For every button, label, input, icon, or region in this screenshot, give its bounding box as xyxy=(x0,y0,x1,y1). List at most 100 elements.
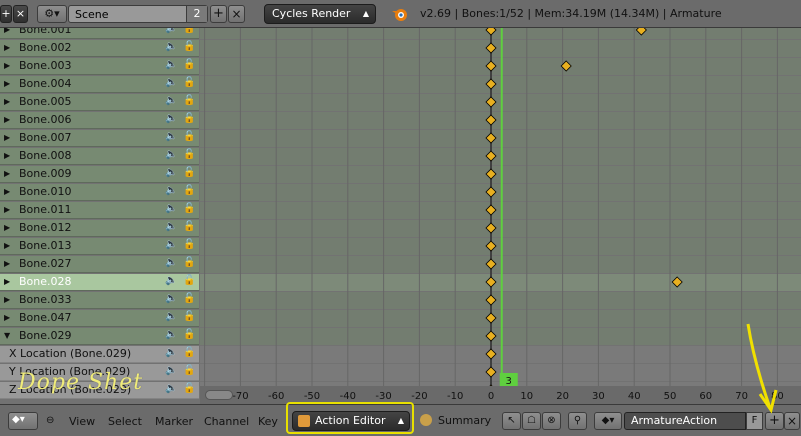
lock-icon[interactable]: 🔓 xyxy=(183,203,195,214)
only-selected-button[interactable]: ↖ xyxy=(502,412,521,430)
channel-fcurve-row[interactable]: Z Location (Bone.029) 🔈 🔓 xyxy=(0,382,199,399)
channel-group-row[interactable]: ▶ Bone.002 🔈 🔓 xyxy=(0,40,199,57)
expand-triangle-icon[interactable]: ▶ xyxy=(4,151,10,160)
expand-triangle-icon[interactable]: ▶ xyxy=(4,97,10,106)
summary-toggle[interactable]: Summary xyxy=(418,411,494,431)
show-hidden-button[interactable]: ☖ xyxy=(522,412,541,430)
new-action-button[interactable]: + xyxy=(765,412,784,430)
lock-icon[interactable]: 🔓 xyxy=(183,365,195,376)
lock-icon[interactable]: 🔓 xyxy=(183,41,195,52)
expand-triangle-icon[interactable]: ▶ xyxy=(4,187,10,196)
channel-group-row[interactable]: ▶ Bone.013 🔈 🔓 xyxy=(0,238,199,255)
expand-triangle-icon[interactable]: ▶ xyxy=(4,205,10,214)
expand-triangle-icon[interactable]: ▶ xyxy=(4,259,10,268)
lock-icon[interactable]: 🔓 xyxy=(183,185,195,196)
channel-group-row[interactable]: ▶ Bone.028 🔈 🔓 xyxy=(0,274,199,291)
delete-scene-button[interactable]: × xyxy=(228,5,245,23)
channel-group-row[interactable]: ▶ Bone.005 🔈 🔓 xyxy=(0,94,199,111)
expand-triangle-icon[interactable]: ▶ xyxy=(4,79,10,88)
expand-triangle-icon[interactable]: ▶ xyxy=(4,295,10,304)
lock-icon[interactable]: 🔓 xyxy=(183,149,195,160)
mute-speaker-icon[interactable]: 🔈 xyxy=(165,293,177,304)
mute-speaker-icon[interactable]: 🔈 xyxy=(165,311,177,322)
channel-fcurve-row[interactable]: X Location (Bone.029) 🔈 🔓 xyxy=(0,346,199,363)
channel-list[interactable]: ▶ Bone.001 🔈 🔓 ▶ Bone.002 🔈 🔓 ▶ Bone.003 🔈 🔓 ▶ Bone.0… xyxy=(0,28,200,404)
mute-speaker-icon[interactable]: 🔈 xyxy=(165,347,177,358)
expand-triangle-icon[interactable]: ▶ xyxy=(4,61,10,70)
mute-speaker-icon[interactable]: 🔈 xyxy=(165,185,177,196)
mute-speaker-icon[interactable]: 🔈 xyxy=(165,203,177,214)
mute-speaker-icon[interactable]: 🔈 xyxy=(165,77,177,88)
only-errors-button[interactable]: ⊗ xyxy=(542,412,561,430)
menu-marker[interactable]: Marker xyxy=(155,415,193,428)
channel-fcurve-row[interactable]: Y Location (Bone.029) 🔈 🔓 xyxy=(0,364,199,381)
channel-group-row[interactable]: ▶ Bone.006 🔈 🔓 xyxy=(0,112,199,129)
expand-triangle-icon[interactable]: ▶ xyxy=(4,169,10,178)
add-scene-button[interactable]: + xyxy=(210,5,227,23)
filter-search-button[interactable]: ⚲ xyxy=(568,412,587,430)
expand-triangle-icon[interactable]: ▶ xyxy=(4,43,10,52)
scene-name-field[interactable]: Scene 2 xyxy=(68,5,208,23)
channel-group-row[interactable]: ▶ Bone.010 🔈 🔓 xyxy=(0,184,199,201)
menu-key[interactable]: Key xyxy=(258,415,278,428)
mute-speaker-icon[interactable]: 🔈 xyxy=(165,113,177,124)
mute-speaker-icon[interactable]: 🔈 xyxy=(165,59,177,70)
menu-view[interactable]: View xyxy=(69,415,95,428)
channel-group-row[interactable]: ▶ Bone.009 🔈 🔓 xyxy=(0,166,199,183)
lock-icon[interactable]: 🔓 xyxy=(183,95,195,106)
fake-user-button[interactable]: F xyxy=(746,412,763,430)
keyframe-area[interactable]: 3 xyxy=(200,28,801,404)
channel-group-row[interactable]: ▶ Bone.027 🔈 🔓 xyxy=(0,256,199,273)
lock-icon[interactable]: 🔓 xyxy=(183,275,195,286)
mute-speaker-icon[interactable]: 🔈 xyxy=(165,239,177,250)
lock-icon[interactable]: 🔓 xyxy=(183,383,195,394)
lock-icon[interactable]: 🔓 xyxy=(183,59,195,70)
lock-icon[interactable]: 🔓 xyxy=(183,239,195,250)
mute-speaker-icon[interactable]: 🔈 xyxy=(165,383,177,394)
channel-group-row[interactable]: ▶ Bone.008 🔈 🔓 xyxy=(0,148,199,165)
mute-speaker-icon[interactable]: 🔈 xyxy=(165,365,177,376)
horizontal-scrollbar[interactable] xyxy=(205,390,233,400)
action-browse-button[interactable]: ◆▾ xyxy=(594,412,622,430)
mute-speaker-icon[interactable]: 🔈 xyxy=(165,167,177,178)
lock-icon[interactable]: 🔓 xyxy=(183,347,195,358)
editor-type-button[interactable]: ◆▾ xyxy=(8,412,38,430)
mute-speaker-icon[interactable]: 🔈 xyxy=(165,221,177,232)
add-area-button[interactable]: + xyxy=(0,5,12,23)
unlink-action-button[interactable]: × xyxy=(784,412,800,430)
expand-triangle-icon[interactable]: ▶ xyxy=(4,28,10,34)
lock-icon[interactable]: 🔓 xyxy=(183,311,195,322)
scene-browse-button[interactable]: ⚙▾ xyxy=(37,5,67,23)
action-name-field[interactable]: ArmatureAction xyxy=(624,412,746,430)
expand-triangle-icon[interactable]: ▶ xyxy=(4,241,10,250)
lock-icon[interactable]: 🔓 xyxy=(183,329,195,340)
expand-triangle-icon[interactable]: ▶ xyxy=(4,277,10,286)
channel-group-row[interactable]: ▶ Bone.004 🔈 🔓 xyxy=(0,76,199,93)
expand-triangle-icon[interactable]: ▶ xyxy=(4,223,10,232)
lock-icon[interactable]: 🔓 xyxy=(183,293,195,304)
collapse-menu-icon[interactable]: ⊖ xyxy=(46,415,54,426)
expand-triangle-icon[interactable]: ▶ xyxy=(4,115,10,124)
mute-speaker-icon[interactable]: 🔈 xyxy=(165,257,177,268)
close-area-button[interactable]: × xyxy=(13,5,28,23)
mute-speaker-icon[interactable]: 🔈 xyxy=(165,41,177,52)
mute-speaker-icon[interactable]: 🔈 xyxy=(165,131,177,142)
keyframe-canvas[interactable]: 3 xyxy=(200,28,801,404)
lock-icon[interactable]: 🔓 xyxy=(183,131,195,142)
channel-group-row[interactable]: ▶ Bone.001 🔈 🔓 xyxy=(0,28,199,39)
lock-icon[interactable]: 🔓 xyxy=(183,167,195,178)
menu-select[interactable]: Select xyxy=(108,415,142,428)
channel-group-row[interactable]: ▶ Bone.011 🔈 🔓 xyxy=(0,202,199,219)
render-engine-select[interactable]: Cycles Render ▲ xyxy=(264,4,376,24)
collapse-triangle-icon[interactable]: ▼ xyxy=(4,331,10,340)
channel-group-row[interactable]: ▶ Bone.047 🔈 🔓 xyxy=(0,310,199,327)
mute-speaker-icon[interactable]: 🔈 xyxy=(165,149,177,160)
expand-triangle-icon[interactable]: ▶ xyxy=(4,313,10,322)
lock-icon[interactable]: 🔓 xyxy=(183,28,195,34)
menu-channel[interactable]: Channel xyxy=(204,415,249,428)
mute-speaker-icon[interactable]: 🔈 xyxy=(165,95,177,106)
channel-group-row[interactable]: ▶ Bone.003 🔈 🔓 xyxy=(0,58,199,75)
mute-speaker-icon[interactable]: 🔈 xyxy=(165,329,177,340)
lock-icon[interactable]: 🔓 xyxy=(183,257,195,268)
channel-group-row[interactable]: ▼ Bone.029 🔈 🔓 xyxy=(0,328,199,345)
